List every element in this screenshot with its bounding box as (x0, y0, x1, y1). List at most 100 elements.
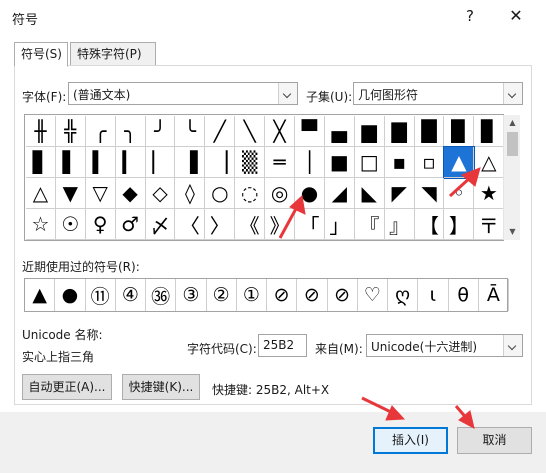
symbol-cell[interactable]: ▒ (235, 147, 266, 178)
autocorrect-button[interactable]: 自动更正(A)... (22, 374, 112, 400)
tab-symbols[interactable]: 符号(S) (14, 42, 68, 67)
symbol-cell[interactable]: 】 (444, 209, 475, 240)
symbol-cell[interactable]: ○ (205, 178, 236, 209)
symbol-cell[interactable]: ♀ (85, 209, 116, 240)
symbol-cell[interactable]: ▐ (175, 147, 206, 178)
symbol-cell[interactable]: ▀ (295, 116, 325, 147)
symbol-cell[interactable]: ▎ (115, 147, 146, 178)
symbol-cell[interactable]: ▆ (354, 116, 385, 147)
symbol-cell[interactable]: ● (295, 178, 325, 209)
symbol-cell[interactable]: ◤ (384, 178, 415, 209)
symbol-cell[interactable]: ☉ (55, 209, 86, 240)
insert-button[interactable]: 插入(I) (373, 427, 448, 454)
tab-special-characters[interactable]: 特殊字符(P) (70, 42, 156, 66)
symbol-cell[interactable]: ▋ (26, 147, 56, 178)
symbol-cell[interactable]: █ (414, 116, 445, 147)
symbol-cell[interactable]: 《 (235, 209, 266, 240)
symbol-cell[interactable]: ▌ (55, 147, 86, 178)
recent-symbol-cell[interactable]: ⑪ (86, 279, 116, 311)
symbol-cell[interactable]: △ (474, 147, 505, 178)
symbol-cell[interactable]: ◢ (324, 178, 355, 209)
symbol-cell[interactable]: △ (26, 178, 56, 209)
symbol-cell[interactable]: ◆ (115, 178, 146, 209)
symbol-cell[interactable]: ╯ (145, 116, 176, 147)
symbol-cell[interactable]: ▲ (443, 146, 476, 179)
symbol-cell[interactable]: 「 (295, 209, 325, 240)
symbol-cell[interactable]: ▏ (145, 147, 176, 178)
symbol-cell[interactable]: ▄ (324, 116, 355, 147)
scroll-thumb[interactable] (507, 132, 518, 156)
symbol-cell[interactable]: 》 (265, 209, 296, 240)
symbol-cell[interactable]: ◥ (414, 178, 445, 209)
dialog-title: 符号 (12, 13, 39, 28)
symbol-cell[interactable]: □ (354, 147, 385, 178)
symbol-cell[interactable]: ◊ (175, 178, 206, 209)
subset-select[interactable]: 几何图形符 (353, 82, 523, 105)
symbol-cell[interactable]: ▇ (384, 116, 415, 147)
close-button[interactable]: ✕ (505, 5, 527, 27)
symbol-cell[interactable]: │ (295, 147, 325, 178)
recent-symbol-cell[interactable]: ③ (176, 279, 207, 311)
symbol-cell[interactable]: ★ (474, 178, 505, 209)
recent-symbol-cell[interactable]: ღ (388, 279, 419, 311)
symbol-cell[interactable]: ▼ (55, 178, 86, 209)
symbol-cell[interactable]: ╮ (115, 116, 146, 147)
symbol-cell[interactable]: ╫ (26, 116, 56, 147)
cancel-button[interactable]: 取消 (457, 427, 532, 454)
symbol-cell[interactable]: ◦ (444, 178, 475, 209)
symbol-cell[interactable]: ▉ (444, 116, 475, 147)
symbol-cell[interactable]: ╬ (55, 116, 86, 147)
recent-symbol-cell[interactable]: ⊘ (297, 279, 328, 311)
chevron-down-icon[interactable] (503, 83, 522, 104)
font-select[interactable]: (普通文本) (68, 82, 298, 105)
symbol-cell[interactable]: 【 (414, 209, 445, 240)
shortcut-key-button[interactable]: 快捷键(K)... (122, 374, 200, 400)
scroll-up-icon[interactable]: ▲ (504, 115, 521, 131)
recent-symbol-cell[interactable]: ι (418, 279, 449, 311)
symbol-cell[interactable]: 〒 (474, 209, 505, 240)
symbol-cell[interactable]: ╰ (175, 116, 206, 147)
symbol-cell[interactable]: ◌ (235, 178, 266, 209)
symbol-cell[interactable]: 」 (324, 209, 355, 240)
symbol-cell[interactable]: 〉 (205, 209, 236, 240)
symbol-cell[interactable]: ▪ (384, 147, 415, 178)
symbol-cell[interactable]: ═ (265, 147, 296, 178)
recent-symbol-cell[interactable]: ⊘ (267, 279, 298, 311)
symbol-cell[interactable]: 』 (384, 209, 415, 240)
symbol-cell[interactable]: ▽ (85, 178, 116, 209)
symbol-cell[interactable]: ╭ (85, 116, 116, 147)
recent-symbol-cell[interactable]: ④ (116, 279, 146, 311)
chevron-down-icon[interactable] (503, 335, 522, 356)
help-button[interactable]: ? (460, 6, 480, 26)
symbol-cell[interactable]: ▕ (205, 147, 236, 178)
symbol-cell[interactable]: ◣ (354, 178, 385, 209)
chevron-down-icon[interactable] (278, 83, 297, 104)
recent-symbol-cell[interactable]: ㊱ (146, 279, 177, 311)
symbol-cell[interactable]: ╲ (235, 116, 266, 147)
symbol-cell[interactable]: 〈 (175, 209, 206, 240)
symbol-cell[interactable]: 〆 (145, 209, 176, 240)
symbol-cell[interactable]: ☆ (26, 209, 56, 240)
scroll-down-icon[interactable]: ▼ (504, 224, 521, 240)
symbol-cell[interactable]: ▍ (85, 147, 116, 178)
symbol-cell[interactable]: ╳ (265, 116, 296, 147)
symbol-cell[interactable]: ■ (324, 147, 355, 178)
recent-symbol-cell[interactable]: ② (207, 279, 237, 311)
recent-symbol-cell[interactable]: ● (55, 279, 86, 311)
recent-symbol-cell[interactable]: Ā (479, 279, 509, 311)
symbol-cell[interactable]: ╱ (205, 116, 236, 147)
symbol-cell[interactable]: ▊ (474, 116, 505, 147)
symbol-cell[interactable]: ◎ (265, 178, 296, 209)
symbol-cell[interactable]: ▫ (414, 147, 445, 178)
recent-symbol-cell[interactable]: ♡ (358, 279, 388, 311)
from-select[interactable]: Unicode(十六进制) (366, 334, 523, 357)
recent-symbol-cell[interactable]: ① (237, 279, 267, 311)
recent-symbol-cell[interactable]: ▲ (25, 279, 56, 311)
symbol-cell[interactable]: 『 (354, 209, 385, 240)
symbol-cell[interactable]: ♂ (115, 209, 146, 240)
char-code-input[interactable]: 25B2 (258, 334, 307, 357)
symbol-grid-scrollbar[interactable]: ▲ ▼ (503, 115, 520, 240)
recent-symbol-cell[interactable]: θ (449, 279, 479, 311)
recent-symbol-cell[interactable]: ⊘ (328, 279, 358, 311)
symbol-cell[interactable]: ◇ (145, 178, 176, 209)
